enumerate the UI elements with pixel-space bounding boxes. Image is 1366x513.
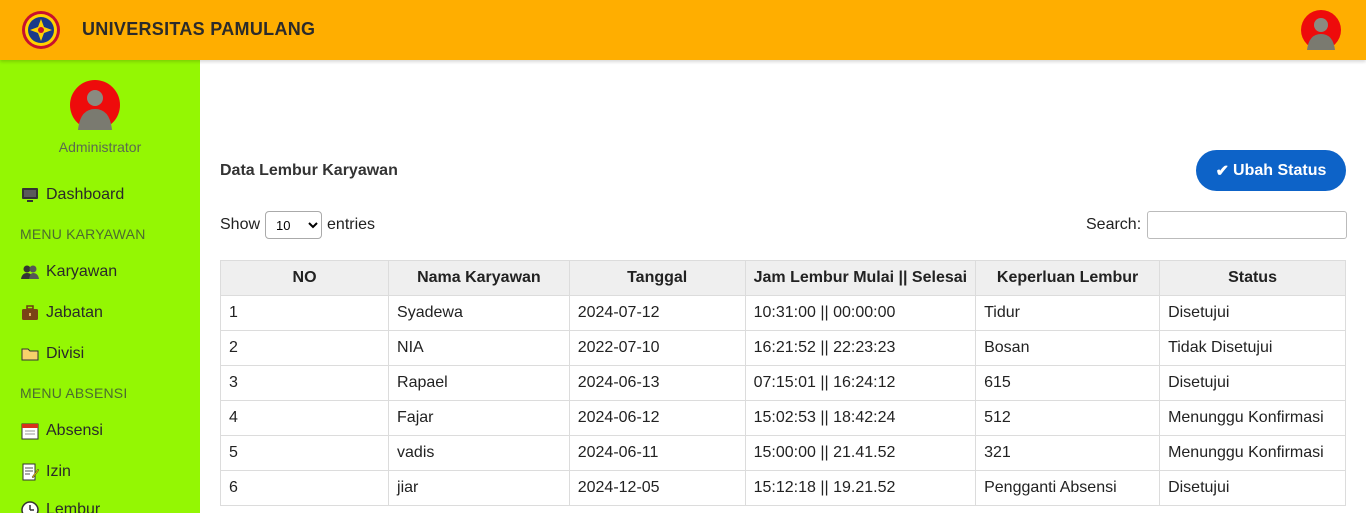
column-header-jam[interactable]: Jam Lembur Mulai || Selesai xyxy=(744,260,977,296)
sidebar-item-lembur[interactable]: Lembur xyxy=(20,501,100,513)
sidebar-item-label: Lembur xyxy=(46,501,101,513)
cell-no: 2 xyxy=(219,330,390,366)
cell-jam: 15:02:53 || 18:42:24 xyxy=(744,400,977,436)
sidebar: Administrator Dashboard MENU KARYAWAN Ka… xyxy=(0,60,200,513)
cell-no: 4 xyxy=(219,400,390,436)
folder-icon xyxy=(20,345,40,363)
cell-jam: 16:21:52 || 22:23:23 xyxy=(744,330,977,366)
brand-title: UNIVERSITAS PAMULANG xyxy=(82,19,316,39)
cell-keperluan: Bosan xyxy=(975,330,1161,366)
cell-nama: jiar xyxy=(388,470,570,506)
cell-status: Disetujui xyxy=(1159,470,1346,506)
university-logo[interactable] xyxy=(21,10,61,50)
cell-keperluan: 615 xyxy=(975,365,1161,401)
table-row: 5 vadis 2024-06-11 15:00:00 || 21.41.52 … xyxy=(219,435,1346,471)
table-row: 6 jiar 2024-12-05 15:12:18 || 19.21.52 P… xyxy=(219,470,1346,506)
search-input[interactable] xyxy=(1147,211,1348,239)
cell-nama: vadis xyxy=(388,435,570,471)
sidebar-item-divisi[interactable]: Divisi xyxy=(20,345,84,363)
cell-no: 5 xyxy=(219,435,390,471)
cell-status: Disetujui xyxy=(1159,365,1346,401)
column-header-tanggal[interactable]: Tanggal xyxy=(568,260,746,296)
column-header-no[interactable]: NO xyxy=(219,260,390,296)
sidebar-item-label: Izin xyxy=(46,463,71,480)
table-row: 4 Fajar 2024-06-12 15:02:53 || 18:42:24 … xyxy=(219,400,1346,436)
cell-nama: NIA xyxy=(388,330,570,366)
sidebar-item-label: Dashboard xyxy=(46,186,125,203)
profile-avatar xyxy=(70,80,120,130)
cell-tanggal: 2024-12-05 xyxy=(568,470,746,506)
main-content: Data Lembur Karyawan ✔ Ubah Status Show … xyxy=(200,60,1366,513)
monitor-icon xyxy=(20,186,40,204)
change-status-button[interactable]: ✔ Ubah Status xyxy=(1196,150,1346,191)
cell-nama: Fajar xyxy=(388,400,570,436)
column-header-status[interactable]: Status xyxy=(1159,260,1346,296)
cell-keperluan: 512 xyxy=(975,400,1161,436)
page-size-select[interactable]: 10 xyxy=(265,211,323,239)
cell-jam: 15:12:18 || 19.21.52 xyxy=(744,470,977,506)
cell-status: Tidak Disetujui xyxy=(1159,330,1346,366)
search-control: Search: xyxy=(1086,211,1348,239)
check-icon: ✔ xyxy=(1215,162,1230,180)
cell-tanggal: 2024-06-11 xyxy=(568,435,746,471)
cell-nama: Rapael xyxy=(388,365,570,401)
cell-jam: 07:15:01 || 16:24:12 xyxy=(744,365,977,401)
cell-jam: 10:31:00 || 00:00:00 xyxy=(744,295,977,331)
overtime-table: NO Nama Karyawan Tanggal Jam Lembur Mula… xyxy=(219,260,1346,506)
users-icon xyxy=(20,263,40,281)
table-row: 3 Rapael 2024-06-13 07:15:01 || 16:24:12… xyxy=(219,365,1346,401)
cell-keperluan: 321 xyxy=(975,435,1161,471)
briefcase-icon xyxy=(20,304,40,322)
column-header-nama[interactable]: Nama Karyawan xyxy=(388,260,570,296)
calendar-icon xyxy=(20,422,40,440)
sidebar-item-dashboard[interactable]: Dashboard xyxy=(20,186,124,204)
entries-label: entries xyxy=(327,216,376,233)
sidebar-item-label: Divisi xyxy=(46,345,85,362)
cell-keperluan: Tidur xyxy=(975,295,1161,331)
cell-no: 1 xyxy=(219,295,390,331)
profile-role: Administrator xyxy=(58,139,142,155)
page-size-control: Show 10 entries xyxy=(220,211,375,239)
sidebar-item-label: Karyawan xyxy=(46,263,118,280)
sidebar-item-label: Absensi xyxy=(46,422,103,439)
table-row: 1 Syadewa 2024-07-12 10:31:00 || 00:00:0… xyxy=(219,295,1346,331)
cell-tanggal: 2024-07-12 xyxy=(568,295,746,331)
cell-nama: Syadewa xyxy=(388,295,570,331)
cell-status: Menunggu Konfirmasi xyxy=(1159,400,1346,436)
page-title: Data Lembur Karyawan xyxy=(220,162,398,179)
search-label: Search: xyxy=(1086,216,1142,233)
sidebar-item-izin[interactable]: Izin xyxy=(20,463,71,481)
user-avatar[interactable] xyxy=(1301,10,1341,50)
sidebar-item-jabatan[interactable]: Jabatan xyxy=(20,304,103,322)
cell-tanggal: 2022-07-10 xyxy=(568,330,746,366)
cell-jam: 15:00:00 || 21.41.52 xyxy=(744,435,977,471)
cell-keperluan: Pengganti Absensi xyxy=(975,470,1161,506)
memo-icon xyxy=(20,463,40,481)
cell-no: 6 xyxy=(219,470,390,506)
sidebar-item-label: Jabatan xyxy=(46,304,103,321)
section-menu-karyawan: MENU KARYAWAN xyxy=(20,226,146,242)
show-label: Show xyxy=(220,216,261,233)
change-status-label: Ubah Status xyxy=(1233,161,1327,179)
sidebar-item-absensi[interactable]: Absensi xyxy=(20,422,103,440)
cell-no: 3 xyxy=(219,365,390,401)
cell-tanggal: 2024-06-12 xyxy=(568,400,746,436)
cell-tanggal: 2024-06-13 xyxy=(568,365,746,401)
cell-status: Menunggu Konfirmasi xyxy=(1159,435,1346,471)
table-header-row: NO Nama Karyawan Tanggal Jam Lembur Mula… xyxy=(219,260,1346,296)
sidebar-item-karyawan[interactable]: Karyawan xyxy=(20,263,117,281)
top-navbar: UNIVERSITAS PAMULANG xyxy=(0,0,1366,60)
cell-status: Disetujui xyxy=(1159,295,1346,331)
clock-icon xyxy=(20,501,40,513)
table-row: 2 NIA 2022-07-10 16:21:52 || 22:23:23 Bo… xyxy=(219,330,1346,366)
column-header-keperluan[interactable]: Keperluan Lembur xyxy=(975,260,1161,296)
section-menu-absensi: MENU ABSENSI xyxy=(20,385,128,401)
